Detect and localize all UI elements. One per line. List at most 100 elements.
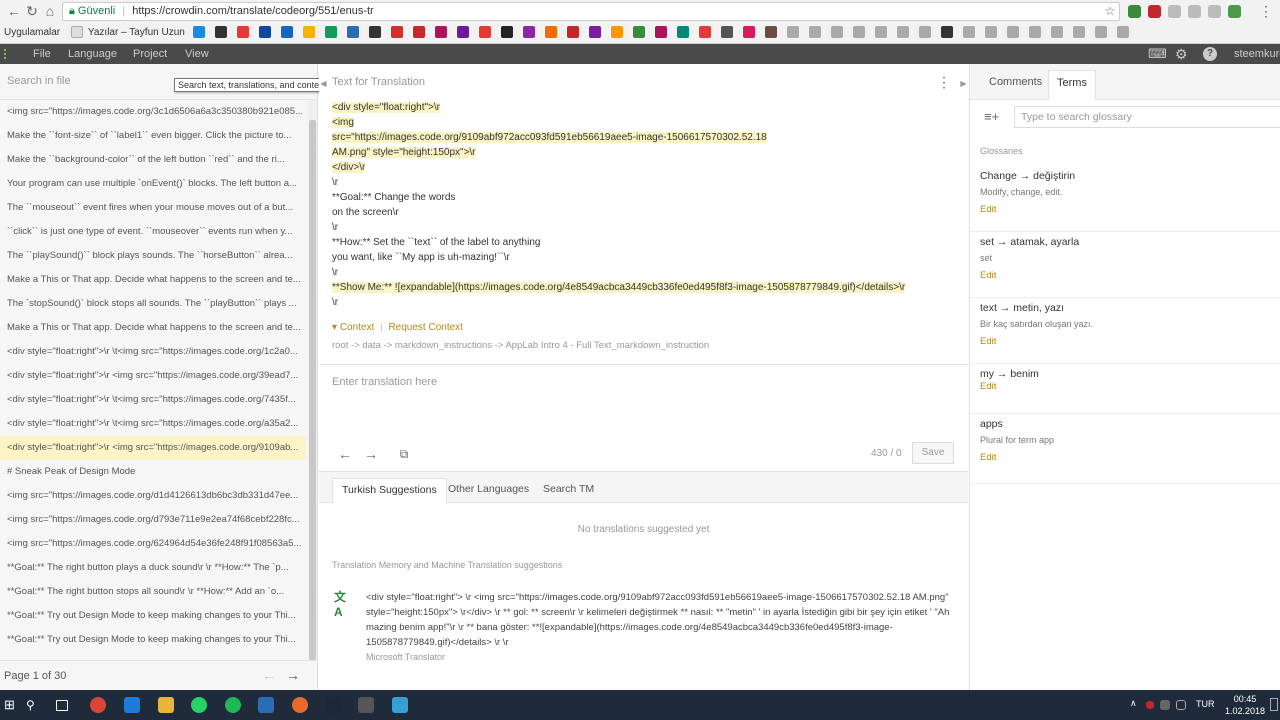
file-explorer-icon[interactable] (158, 697, 174, 713)
save-button[interactable]: Save (912, 442, 954, 464)
next-page-icon[interactable]: → (286, 667, 300, 683)
system-clock[interactable]: 00:45 1.02.2018 (1222, 693, 1268, 717)
string-row[interactable]: <div style="float:right">\r \t<img src="… (0, 340, 306, 364)
app-icon[interactable] (358, 697, 374, 713)
bookmark-icon[interactable] (874, 26, 887, 39)
string-row[interactable]: <div style="float:right">\r <img src="ht… (0, 364, 306, 388)
bookmark-icon[interactable] (566, 26, 579, 39)
term-edit-link[interactable]: Edit (980, 452, 996, 463)
tab-search-tm[interactable]: Search TM (534, 478, 603, 504)
string-row[interactable]: **Goal:** The right button plays a duck … (0, 556, 306, 580)
tab-terms[interactable]: Terms (1048, 70, 1096, 100)
whatsapp-icon[interactable] (191, 697, 207, 713)
string-row[interactable]: Make the ``font-size`` of ``label1`` eve… (0, 124, 306, 148)
bookmark-icon[interactable] (1094, 26, 1107, 39)
bookmark-icon[interactable] (808, 26, 821, 39)
bookmark-icon[interactable] (610, 26, 623, 39)
bookmark-icon[interactable] (192, 26, 205, 39)
term-edit-link[interactable]: Edit (980, 381, 996, 392)
address-bar[interactable]: 🔒︎ Güvenli | https://crowdin.com/transla… (62, 2, 1120, 21)
bookmark-icon[interactable] (346, 26, 359, 39)
copy-source-icon[interactable]: ⧉ (396, 446, 412, 462)
string-row[interactable]: <img src="https://images.code.org/d1d412… (0, 484, 306, 508)
bookmark-icon[interactable] (1028, 26, 1041, 39)
string-row[interactable]: <div style="float:right">\r <img src="ht… (0, 436, 306, 460)
back-icon[interactable]: ← (6, 3, 22, 19)
user-menu[interactable]: steemkurd (1234, 44, 1280, 64)
more-options-icon[interactable]: ⋮ (937, 74, 951, 91)
menu-project[interactable]: Project (133, 44, 167, 64)
bookmark-icon[interactable] (786, 26, 799, 39)
bookmark-icon[interactable] (456, 26, 469, 39)
string-search[interactable]: Search in file Search text, translations… (0, 64, 331, 100)
bookmark-icon[interactable] (434, 26, 447, 39)
bookmark-icon[interactable] (940, 26, 953, 39)
extension-icon[interactable] (1168, 5, 1181, 18)
string-row[interactable]: <div style="float:right">\r \t<img src="… (0, 388, 306, 412)
bookmark-icon[interactable] (500, 26, 513, 39)
string-row[interactable]: The ``playSound()`` block plays sounds. … (0, 244, 306, 268)
bookmark-icon[interactable] (390, 26, 403, 39)
bookmark-icon[interactable] (962, 26, 975, 39)
firefox-icon[interactable] (292, 697, 308, 713)
bookmark-icon[interactable] (236, 26, 249, 39)
bookmark-icon[interactable] (1006, 26, 1019, 39)
extension-icon[interactable] (1148, 5, 1161, 18)
extension-icon[interactable] (1188, 5, 1201, 18)
next-string-icon[interactable]: → (363, 446, 379, 462)
request-context-link[interactable]: Request Context (388, 322, 463, 333)
bookmark-icon[interactable] (588, 26, 601, 39)
collapse-left-icon[interactable]: ◀ (319, 74, 328, 94)
extension-icon[interactable] (1208, 5, 1221, 18)
search-icon[interactable]: ⚲ (26, 697, 42, 713)
bookmark-icon[interactable] (1116, 26, 1129, 39)
string-row[interactable]: Make a This or That app. Decide what hap… (0, 268, 306, 292)
menu-view[interactable]: View (185, 44, 209, 64)
collapse-right-icon[interactable]: ▶ (959, 74, 968, 94)
string-row[interactable]: **Goal:** The right button stops all sou… (0, 580, 306, 604)
bookmark-yazilar[interactable]: Yazılar – Tayfun Uzun (88, 27, 185, 38)
bookmark-icon[interactable] (764, 26, 777, 39)
term-edit-link[interactable]: Edit (980, 270, 996, 281)
home-icon[interactable]: ⌂ (42, 3, 58, 19)
input-language[interactable]: TUR (1196, 699, 1215, 709)
bookmark-icon[interactable] (324, 26, 337, 39)
translation-input[interactable] (332, 372, 952, 392)
spotify-icon[interactable] (225, 697, 241, 713)
chrome-icon[interactable] (90, 697, 106, 713)
strings-scrollbar[interactable] (308, 100, 317, 660)
bookmark-icon[interactable] (632, 26, 645, 39)
bookmark-icon[interactable] (742, 26, 755, 39)
string-row[interactable]: <img src="https://images.code.org/d793e7… (0, 508, 306, 532)
app-icon[interactable] (392, 697, 408, 713)
bookmark-icon[interactable] (214, 26, 227, 39)
gear-icon[interactable]: ⚙ (1175, 44, 1188, 64)
tray-chevron-icon[interactable]: ∧ (1130, 698, 1137, 709)
string-row[interactable]: The `stopSound()` block stops all sounds… (0, 292, 306, 316)
string-row[interactable]: <div style="float:right">\r \t<img src="… (0, 412, 306, 436)
prev-page-icon[interactable]: ← (262, 667, 276, 683)
bookmark-icon[interactable] (412, 26, 425, 39)
bookmark-icon[interactable] (544, 26, 557, 39)
bookmark-icon[interactable] (698, 26, 711, 39)
extension-icon[interactable] (1228, 5, 1241, 18)
bookmark-icon[interactable] (258, 26, 271, 39)
help-icon[interactable]: ? (1203, 47, 1217, 61)
drag-handle-icon[interactable] (4, 49, 8, 59)
add-term-icon[interactable]: ≡+ (984, 110, 1000, 124)
string-row[interactable]: Make the ``background-color`` of the lef… (0, 148, 306, 172)
string-row[interactable]: <img src="https://images.code.org/3c1d65… (0, 100, 306, 124)
bookmark-icon[interactable] (984, 26, 997, 39)
browser-menu-icon[interactable]: ⋮ (1258, 3, 1274, 19)
string-row[interactable]: Make a This or That app. Decide what hap… (0, 316, 306, 340)
edge-icon[interactable] (124, 697, 140, 713)
bookmark-icon[interactable] (852, 26, 865, 39)
term-edit-link[interactable]: Edit (980, 204, 996, 215)
glossary-search-input[interactable] (1014, 106, 1280, 128)
bookmark-icon[interactable] (280, 26, 293, 39)
bookmark-icon[interactable] (1050, 26, 1063, 39)
bookmark-star-icon[interactable]: ☆ (1102, 3, 1118, 19)
steam-icon[interactable] (325, 697, 341, 713)
keyboard-icon[interactable]: ⌨ (1148, 44, 1167, 64)
tab-other-languages[interactable]: Other Languages (439, 478, 538, 504)
